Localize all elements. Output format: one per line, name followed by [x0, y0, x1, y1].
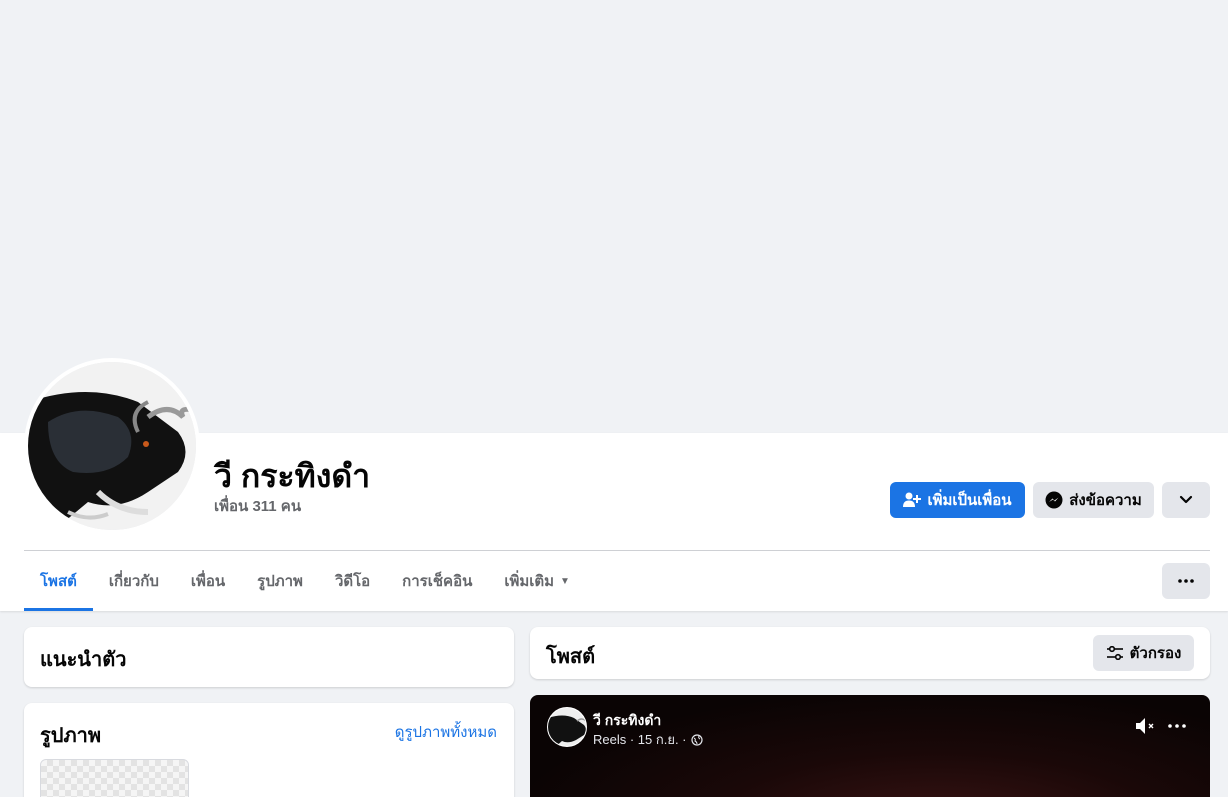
profile-name: วี กระทิงดำ	[214, 458, 371, 494]
posts-header-card: โพสต์ ตัวกรอง	[530, 627, 1210, 679]
messenger-icon	[1045, 491, 1063, 509]
tab-checkins[interactable]: การเช็คอิน	[386, 551, 488, 611]
globe-icon	[690, 733, 703, 746]
tab-more-label: เพิ่มเติม	[504, 573, 555, 590]
photos-title: รูปภาพ	[40, 725, 102, 747]
tab-friends[interactable]: เพื่อน	[175, 551, 241, 611]
reel-post[interactable]: วี กระทิงดำ Reels · 15 ก.ย. ·	[530, 695, 1210, 797]
profile-tabs: โพสต์ เกี่ยวกับ เพื่อน รูปภาพ วิดีโอ การ…	[24, 551, 586, 611]
add-friend-label: เพิ่มเป็นเพื่อน	[927, 492, 1012, 509]
intro-title: แนะนำตัว	[40, 649, 127, 671]
add-friend-icon	[903, 492, 922, 507]
friends-count[interactable]: เพื่อน 311 คน	[214, 497, 370, 517]
more-horizontal-icon	[1178, 579, 1194, 583]
chevron-down-icon	[1179, 495, 1193, 504]
tab-about-label: เกี่ยวกับ	[108, 573, 159, 590]
message-button[interactable]: ส่งข้อความ	[1033, 482, 1154, 518]
mute-button[interactable]	[1134, 715, 1158, 737]
add-friend-button[interactable]: เพิ่มเป็นเพื่อน	[890, 482, 1025, 518]
tab-posts[interactable]: โพสต์	[24, 551, 93, 611]
posts-title: โพสต์	[546, 646, 596, 668]
filter-label: ตัวกรอง	[1129, 645, 1182, 662]
tab-about[interactable]: เกี่ยวกับ	[93, 551, 175, 611]
bull-avatar-image	[28, 362, 196, 530]
photos-card: รูปภาพ ดูรูปภาพทั้งหมด	[24, 703, 514, 797]
tab-checkins-label: การเช็คอิน	[402, 573, 473, 590]
bull-avatar-image	[548, 708, 586, 746]
tab-photos-label: รูปภาพ	[257, 573, 303, 590]
speaker-muted-icon	[1136, 718, 1154, 734]
reel-author-avatar[interactable]	[547, 707, 587, 747]
more-horizontal-icon	[1168, 724, 1186, 728]
intro-card: แนะนำตัว	[24, 627, 514, 687]
filter-button[interactable]: ตัวกรอง	[1093, 635, 1194, 671]
tab-posts-label: โพสต์	[40, 573, 77, 590]
profile-identity: วี กระทิงดำ เพื่อน 311 คน	[214, 455, 370, 517]
tab-photos[interactable]: รูปภาพ	[241, 551, 319, 611]
reel-meta: Reels · 15 ก.ย. ·	[593, 729, 703, 750]
photo-thumbnail[interactable]	[40, 759, 189, 797]
tab-videos-label: วิดีโอ	[334, 573, 371, 590]
tab-videos[interactable]: วิดีโอ	[319, 551, 386, 611]
see-all-photos-link[interactable]: ดูรูปภาพทั้งหมด	[395, 720, 497, 744]
reel-meta-text: Reels · 15 ก.ย. ·	[593, 732, 687, 747]
profile-options-button[interactable]	[1162, 482, 1210, 518]
tab-more[interactable]: เพิ่มเติม ▼	[488, 551, 586, 611]
tab-friends-label: เพื่อน	[190, 573, 226, 590]
cover-photo[interactable]	[0, 0, 1228, 433]
filter-sliders-icon	[1106, 646, 1123, 660]
profile-avatar[interactable]	[24, 358, 200, 534]
reel-more-options-button[interactable]	[1166, 715, 1188, 737]
tabs-more-options-button[interactable]	[1162, 563, 1210, 599]
message-label: ส่งข้อความ	[1069, 492, 1142, 509]
caret-down-icon: ▼	[560, 575, 570, 587]
